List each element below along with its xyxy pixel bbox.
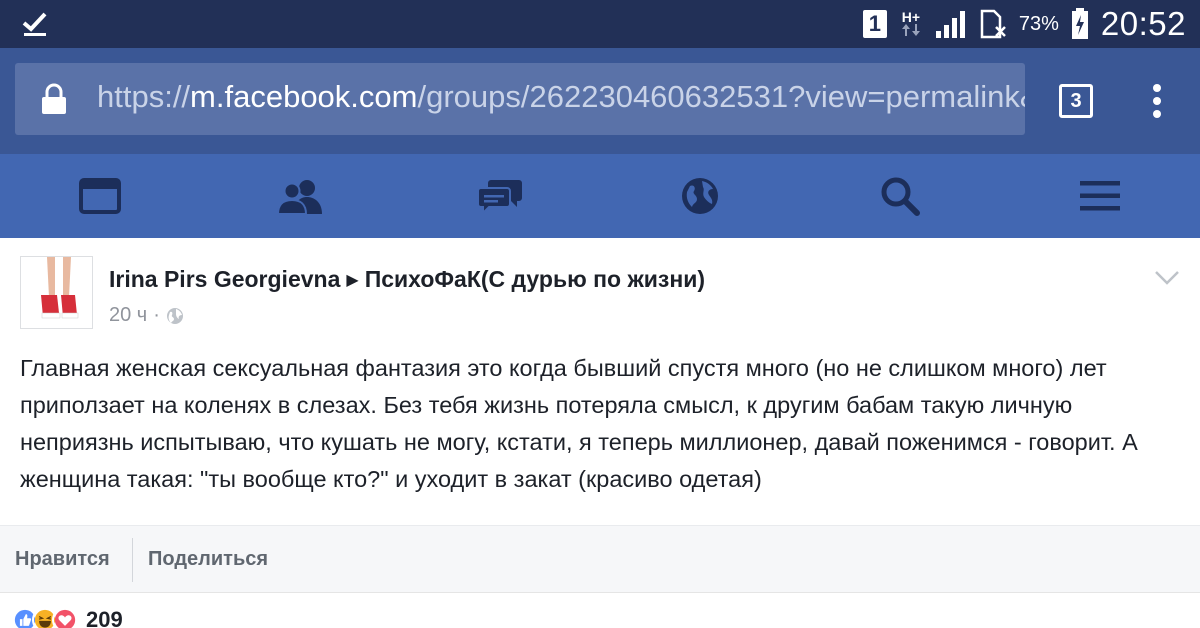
- divider: [132, 538, 133, 582]
- url-bar[interactable]: https://m.facebook.com/groups/2622304606…: [15, 63, 1025, 135]
- like-button[interactable]: Нравится: [15, 548, 110, 571]
- no-sim-icon: [980, 9, 1006, 39]
- url-scheme: https://: [97, 79, 191, 114]
- post-time[interactable]: 20 ч: [109, 304, 147, 327]
- menu-dot: [1153, 84, 1161, 92]
- author-name[interactable]: Irina Pirs Georgievna: [109, 266, 340, 292]
- url-path: /groups/262230460632531?view=permalink&: [417, 79, 1025, 114]
- post-text: Главная женская сексуальная фантазия это…: [20, 355, 1138, 492]
- friends-icon: [276, 180, 322, 214]
- network-type-label: H+: [901, 9, 921, 25]
- network-type: H+: [899, 10, 923, 38]
- sim-indicator: 1: [862, 10, 887, 38]
- love-reaction-icon: [52, 607, 78, 628]
- nav-menu[interactable]: [1000, 154, 1200, 238]
- menu-dot: [1153, 97, 1161, 105]
- nav-notifications[interactable]: [600, 154, 800, 238]
- arrow-right-icon: ▶: [346, 272, 359, 289]
- post-header: Irina Pirs Georgievna ▶ ПсихоФаК(С дурью п…: [109, 266, 705, 293]
- facebook-nav-bar: [0, 154, 1200, 238]
- chevron-down-icon[interactable]: [1154, 270, 1180, 286]
- signal-icon: [935, 11, 965, 38]
- dot-separator: ·: [153, 304, 160, 326]
- globe-notifications-icon: [682, 178, 718, 214]
- public-globe-icon: [166, 307, 183, 324]
- battery-charging-icon: [1071, 8, 1088, 39]
- browser-toolbar: https://m.facebook.com/groups/2622304606…: [0, 48, 1200, 154]
- clock: 20:52: [1100, 5, 1186, 42]
- overflow-menu-button[interactable]: [1146, 84, 1168, 118]
- reaction-count: 209: [86, 607, 123, 628]
- menu-dot: [1153, 110, 1161, 118]
- reactions-summary[interactable]: 209: [12, 607, 123, 628]
- battery-percent: 73%: [1018, 12, 1059, 35]
- avatar-image: [21, 257, 92, 328]
- post-action-bar: Нравится Поделиться: [0, 525, 1200, 593]
- group-name[interactable]: ПсихоФаК(С дурью по жизни): [365, 266, 705, 292]
- search-icon: [881, 177, 920, 216]
- nav-messages[interactable]: [400, 154, 600, 238]
- url-domain: m.facebook.com: [190, 79, 418, 114]
- status-bar: 1 H+ 73% 20:52: [0, 0, 1200, 48]
- nav-news-feed[interactable]: [0, 154, 200, 238]
- download-done-icon: [22, 12, 47, 36]
- messages-icon: [477, 180, 522, 214]
- share-button[interactable]: Поделиться: [148, 548, 268, 571]
- tab-switcher-button[interactable]: 3: [1059, 84, 1093, 118]
- menu-icon: [1080, 181, 1120, 211]
- nav-friends[interactable]: [200, 154, 400, 238]
- avatar[interactable]: [20, 256, 93, 329]
- news-feed-icon: [79, 178, 121, 214]
- url-text[interactable]: https://m.facebook.com/groups/2622304606…: [97, 79, 1025, 115]
- data-arrows-icon: [901, 24, 920, 36]
- lock-icon: [42, 83, 66, 114]
- nav-search[interactable]: [800, 154, 1000, 238]
- post-meta: 20 ч ·: [109, 304, 184, 327]
